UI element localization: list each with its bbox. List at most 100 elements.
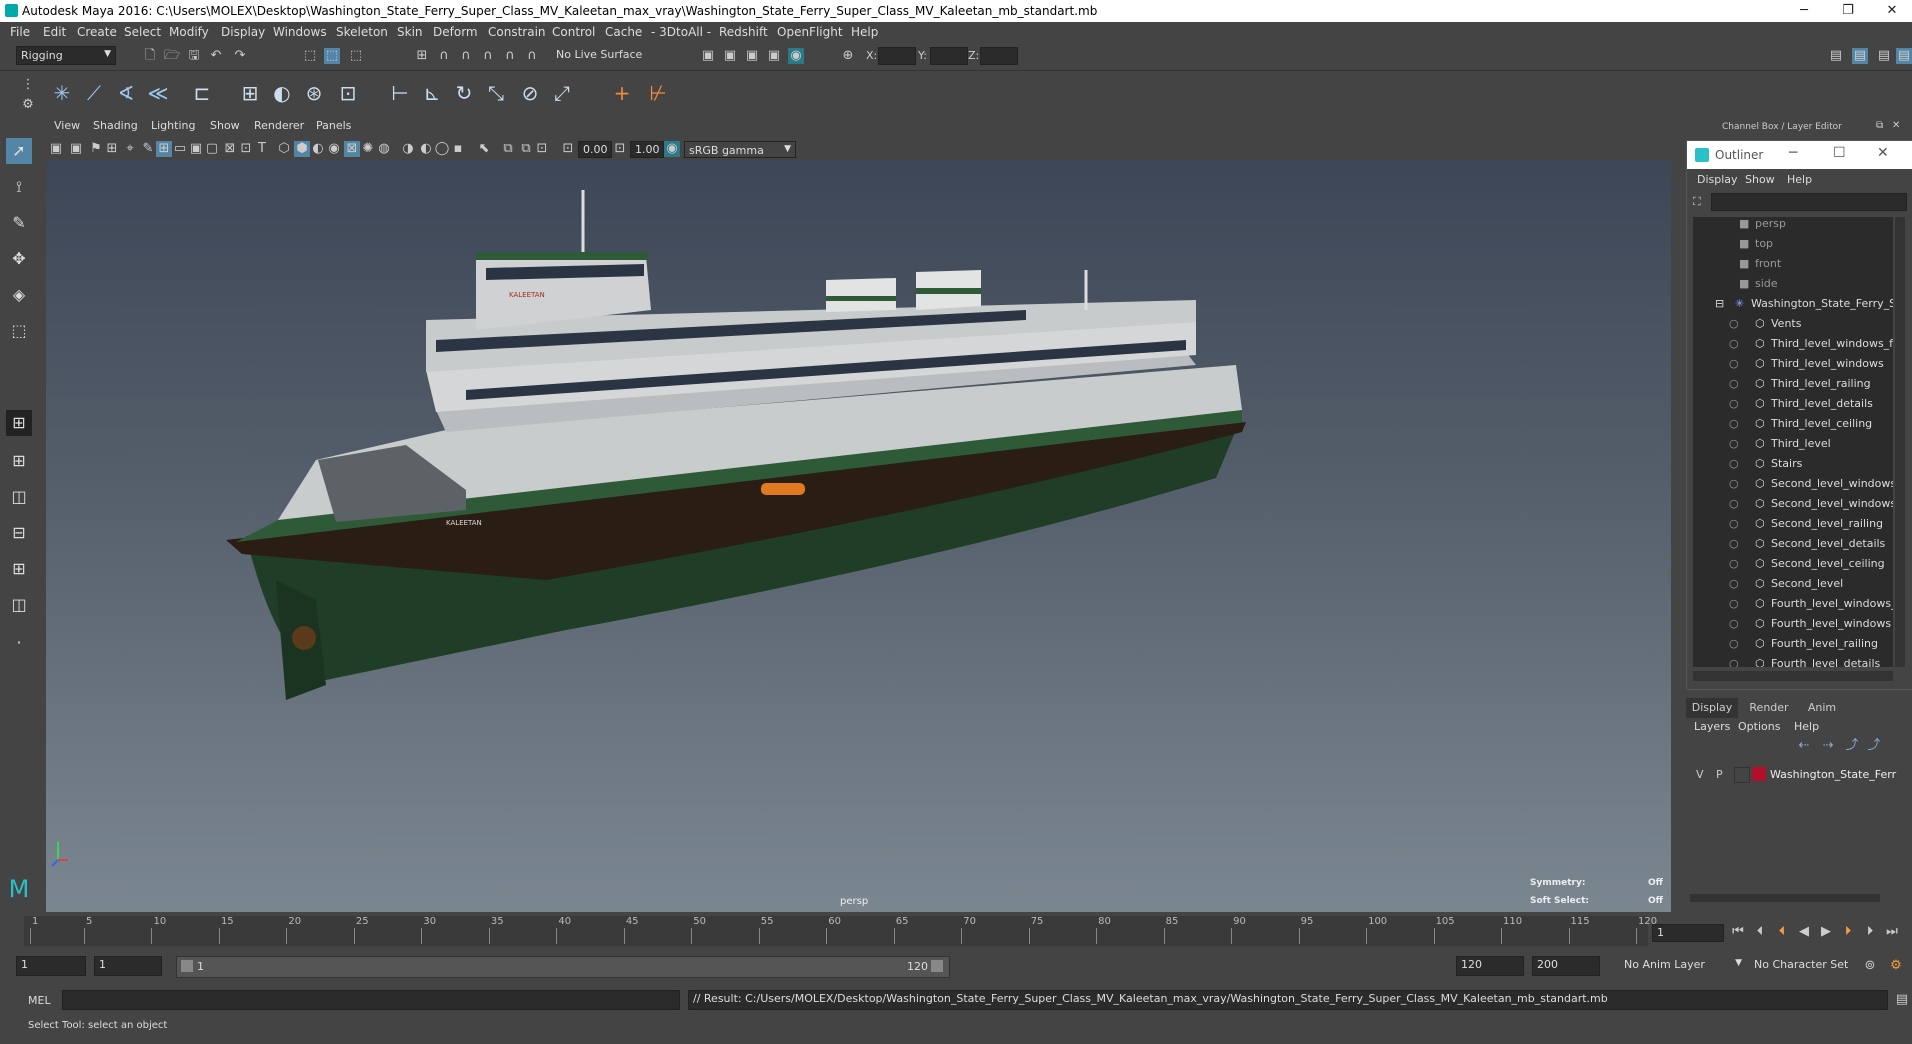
outliner-item[interactable]: ■ persp	[1693, 217, 1893, 237]
resolution-gate-icon[interactable]: ▣	[188, 141, 204, 157]
mirror-joint-icon[interactable]: ≪	[144, 79, 172, 107]
gamma-icon[interactable]: ⊡	[612, 141, 628, 157]
outliner-item[interactable]: ⊟ ✳ Washington_State_Ferry_Su	[1693, 297, 1893, 317]
wireframe-icon[interactable]: ⬡	[276, 141, 292, 157]
scale-tool-icon[interactable]: ⬚	[6, 318, 32, 344]
use-all-lights-icon[interactable]: ⊠	[344, 141, 360, 157]
shelf-options-icon[interactable]: ⋮	[20, 77, 36, 93]
outliner-item[interactable]: ○ ⬡ Second_level_railing	[1693, 517, 1893, 537]
screen-space-ao-icon[interactable]: ◍	[376, 141, 392, 157]
snap-curve-icon[interactable]: ∩	[436, 48, 452, 64]
locator-icon[interactable]: +	[608, 79, 636, 107]
menu-openflight[interactable]: OpenFlight	[777, 25, 843, 39]
perspective-viewport[interactable]: KALEETAN KALEETAN persp Symmetry: Off So…	[46, 160, 1671, 912]
snap-point-icon[interactable]: ∩	[458, 48, 474, 64]
outliner-search-input[interactable]	[1711, 193, 1907, 211]
anti-aliasing-icon[interactable]: ◐	[418, 141, 434, 157]
animation-start-field[interactable]: 1	[16, 956, 86, 976]
bind-skin-icon[interactable]: ⊏	[188, 79, 216, 107]
tab-anim[interactable]: Anim	[1798, 698, 1846, 718]
auto-key-icon[interactable]: ⊚	[1862, 958, 1878, 974]
command-input[interactable]	[62, 990, 680, 1010]
panel-menu-shading[interactable]: Shading	[93, 119, 138, 132]
menu-set-dropdown[interactable]: Rigging ▼	[16, 46, 116, 65]
grease-pencil-icon[interactable]: ✎	[140, 141, 156, 157]
frame-all-icon[interactable]: ⊡	[534, 141, 550, 157]
textured-icon[interactable]: ◉	[326, 141, 342, 157]
outliner-item[interactable]: ■ side	[1693, 277, 1893, 297]
more-layouts-icon[interactable]: ·	[6, 630, 32, 656]
safe-title-icon[interactable]: T	[254, 141, 270, 157]
2d-pan-zoom-icon[interactable]: ⌖	[122, 141, 138, 157]
outliner-item[interactable]: ■ top	[1693, 237, 1893, 257]
outliner-item[interactable]: ○ ⬡ Fourth_level_railing	[1693, 637, 1893, 657]
anim-layer-dropdown[interactable]: No Anim Layer ▼	[1620, 956, 1746, 976]
layers-horizontal-scrollbar[interactable]	[1690, 894, 1880, 902]
select-hierarchy-icon[interactable]: ⬚	[302, 48, 318, 64]
gamma-field[interactable]: 1.00	[630, 141, 664, 158]
time-slider[interactable]: 1 5 10 15 20 25 30 35 40 45 50 55 60 65 70 75 80 85 90 95 10…	[0, 914, 1912, 952]
layer-row[interactable]: V P Washington_State_Ferr	[1690, 764, 1908, 784]
menu-windows[interactable]: Windows	[273, 25, 327, 39]
x-input[interactable]	[878, 47, 916, 65]
field-chart-icon[interactable]: ⊠	[222, 141, 238, 157]
custom-layout-icon[interactable]: ◫	[6, 592, 32, 618]
open-scene-icon[interactable]: 🗁	[164, 48, 180, 64]
animation-end-field[interactable]: 200	[1532, 956, 1600, 976]
view-transform-dropdown[interactable]: sRGB gamma ▼	[684, 141, 796, 158]
new-scene-icon[interactable]: 🗋	[142, 48, 158, 64]
select-tool-icon[interactable]: ➚	[6, 138, 32, 164]
outliner-item[interactable]: ○ ⬡ Third_level_ceiling	[1693, 417, 1893, 437]
select-object-icon[interactable]: ⬚	[324, 48, 340, 64]
layer-display-type-toggle[interactable]	[1734, 767, 1750, 783]
scale-constraint-icon[interactable]: ⤡	[482, 79, 510, 107]
menu-display[interactable]: Display	[221, 25, 265, 39]
collapse-icon[interactable]: ⊟	[1715, 297, 1724, 310]
ipr-render-icon[interactable]: ▣	[744, 48, 760, 64]
step-back-frame-icon[interactable]: ⏴	[1752, 924, 1768, 940]
outliner-item[interactable]: ○ ⬡ Second_level_ceiling	[1693, 557, 1893, 577]
channel-box-icon[interactable]: ▤	[1896, 48, 1912, 64]
outliner-item[interactable]: ○ ⬡ Fourth_level_details	[1693, 657, 1893, 667]
restore-button[interactable]: ❐	[1828, 2, 1868, 20]
animation-preferences-icon[interactable]: ⚙	[1888, 958, 1904, 974]
layer-playback-toggle[interactable]: P	[1716, 768, 1723, 781]
panel-menu-view[interactable]: View	[54, 119, 80, 132]
menu-redshift[interactable]: Redshift	[719, 25, 768, 39]
play-forwards-icon[interactable]: ▶	[1818, 924, 1834, 940]
point-constraint-icon[interactable]: ⊢	[386, 79, 414, 107]
single-perspective-layout-icon[interactable]: ⊞	[6, 410, 32, 436]
orient-constraint-icon[interactable]: ↻	[450, 79, 478, 107]
persp-outliner-layout-icon[interactable]: ◫	[6, 484, 32, 510]
menu-skin[interactable]: Skin	[397, 25, 423, 39]
outliner-menu-show[interactable]: Show	[1745, 173, 1775, 186]
playback-start-field[interactable]: 1	[94, 956, 162, 976]
menu-3dtoall[interactable]: - 3DtoAll -	[651, 25, 711, 39]
xray-components-icon[interactable]: ⧉	[518, 141, 534, 157]
ik-spline-icon[interactable]: ∢	[112, 79, 140, 107]
play-backwards-icon[interactable]: ◀	[1796, 924, 1812, 940]
outliner-item[interactable]: ○ ⬡ Second_level_windows	[1693, 497, 1893, 517]
range-slider-bar[interactable]: 1 120	[176, 956, 950, 978]
snap-surface-icon[interactable]: ∩	[502, 48, 518, 64]
panel-menu-lighting[interactable]: Lighting	[151, 119, 195, 132]
bookmark-icon[interactable]: ⚑	[88, 141, 104, 157]
depth-of-field-icon[interactable]: ◯	[434, 141, 450, 157]
smooth-shade-icon[interactable]: ⬢	[294, 141, 310, 157]
layer-visibility-toggle[interactable]: V	[1696, 768, 1704, 781]
go-to-start-icon[interactable]: ⏮	[1730, 924, 1746, 940]
xray-joints-icon[interactable]: ⧉	[500, 141, 516, 157]
blend-shape-icon[interactable]: ⊡	[334, 79, 362, 107]
redo-icon[interactable]: ↷	[232, 48, 248, 64]
cluster-icon[interactable]: ◐	[268, 79, 296, 107]
move-layer-down-icon[interactable]: ⇢	[1820, 738, 1836, 754]
menu-skeleton[interactable]: Skeleton	[336, 25, 388, 39]
menu-modify[interactable]: Modify	[169, 25, 209, 39]
character-set-dropdown[interactable]: No Character Set	[1750, 956, 1866, 976]
tab-render[interactable]: Render	[1742, 698, 1796, 718]
outliner-item[interactable]: ○ ⬡ Second_level	[1693, 577, 1893, 597]
move-layer-up-icon[interactable]: ⇠	[1796, 738, 1812, 754]
current-frame-field[interactable]: 1	[1652, 924, 1724, 942]
ik-handle-icon[interactable]: ⟋	[80, 79, 108, 107]
outliner-item[interactable]: ■ front	[1693, 257, 1893, 277]
